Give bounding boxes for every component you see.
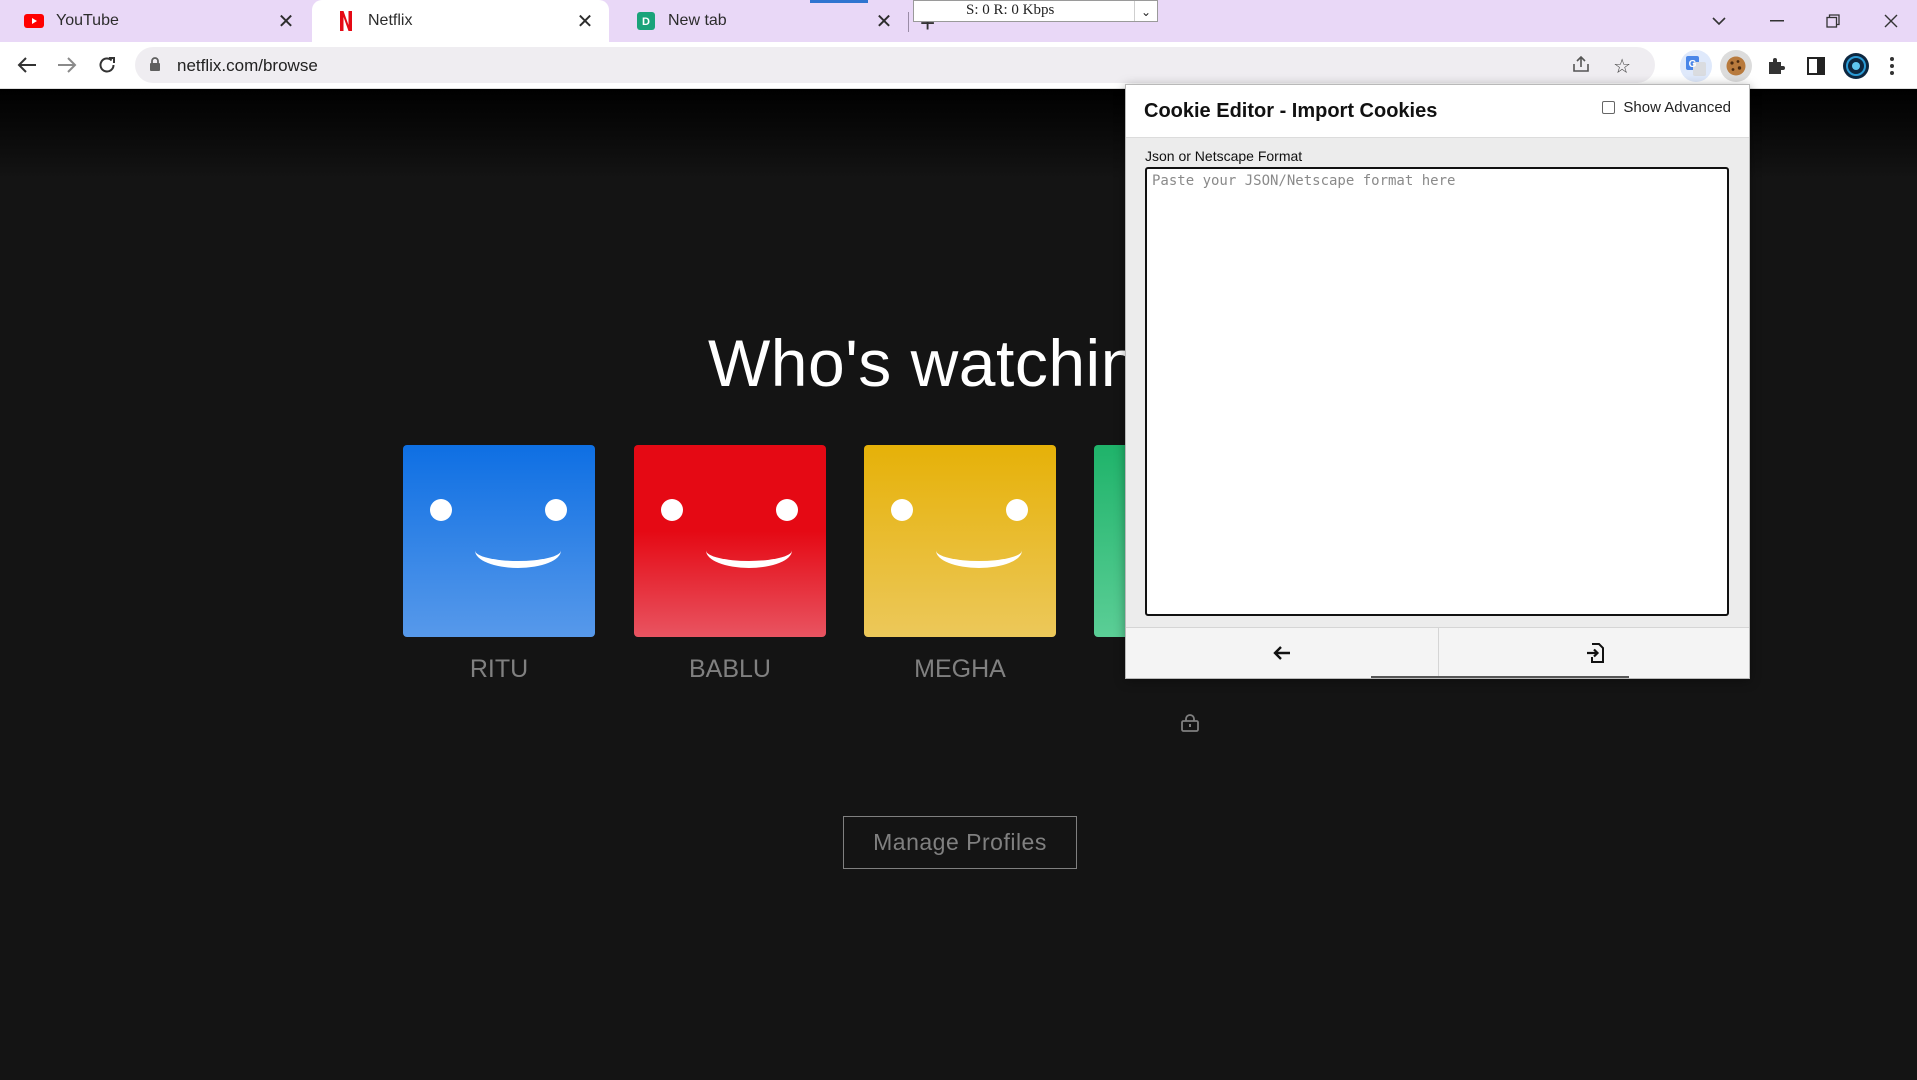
show-advanced-label[interactable]: Show Advanced	[1623, 99, 1731, 116]
profile-avatar-smile-icon[interactable]	[634, 445, 826, 637]
forward-button[interactable]	[52, 50, 82, 80]
profile-name: MEGHA	[914, 655, 1006, 683]
profile-bablu[interactable]: BABLU	[634, 445, 826, 684]
tab-strip: YouTube ✕ Netflix ✕ D New tab ✕ + S: 0 R…	[0, 0, 1917, 42]
popup-footer	[1126, 627, 1749, 678]
close-window-button[interactable]	[1868, 6, 1914, 36]
svg-text:D: D	[642, 16, 650, 28]
network-speed-widget[interactable]: S: 0 R: 0 Kbps ⌄	[913, 0, 1158, 22]
profile-avatar-smile-icon[interactable]	[403, 445, 595, 637]
chevron-down-icon[interactable]: ⌄	[1134, 1, 1157, 21]
profile-name: RITU	[469, 655, 529, 683]
google-translate-icon[interactable]: G	[1680, 50, 1712, 82]
import-format-label: Json or Netscape Format	[1145, 148, 1303, 164]
tab-netflix[interactable]: Netflix ✕	[312, 0, 609, 42]
back-button[interactable]	[12, 50, 42, 80]
close-tab-icon[interactable]: ✕	[874, 9, 894, 34]
profile-avatar[interactable]	[1840, 50, 1872, 82]
youtube-icon	[24, 11, 44, 31]
profile-megha[interactable]: MEGHA	[864, 445, 1056, 684]
profile-ritu[interactable]: RITU	[403, 445, 595, 684]
profile-name: BABLU	[689, 655, 771, 683]
share-icon[interactable]	[1571, 55, 1591, 78]
tab-new[interactable]: D New tab ✕	[612, 0, 908, 42]
url-text[interactable]: netflix.com/browse	[177, 56, 318, 76]
close-tab-icon[interactable]: ✕	[575, 9, 595, 34]
manage-profiles-button[interactable]: Manage Profiles	[843, 816, 1077, 869]
new-tab-favicon-icon: D	[636, 11, 656, 31]
page-title: Who's watchin	[708, 326, 1138, 400]
lock-icon[interactable]	[149, 57, 161, 77]
popup-title: Cookie Editor - Import Cookies	[1144, 100, 1438, 122]
netflix-icon	[336, 11, 356, 31]
popup-header: Cookie Editor - Import Cookies Show Adva…	[1126, 85, 1749, 138]
reload-button[interactable]	[92, 50, 122, 80]
tab-separator	[908, 12, 909, 32]
network-speed-text: S: 0 R: 0 Kbps	[966, 2, 1055, 18]
tab-title: YouTube	[56, 12, 119, 29]
back-button[interactable]	[1126, 628, 1438, 678]
extensions-puzzle-icon[interactable]	[1760, 50, 1792, 82]
side-panel-icon[interactable]	[1800, 50, 1832, 82]
footer-underline	[1371, 676, 1629, 678]
tab-indicator	[810, 0, 868, 3]
import-button[interactable]	[1438, 628, 1751, 678]
restore-button[interactable]	[1810, 6, 1856, 36]
tab-search-button[interactable]	[1696, 6, 1742, 36]
cookie-editor-popup: Cookie Editor - Import Cookies Show Adva…	[1125, 84, 1750, 679]
svg-text:G: G	[1689, 59, 1697, 70]
address-bar[interactable]: netflix.com/browse ☆	[135, 47, 1655, 83]
tab-title: New tab	[668, 12, 727, 29]
arrow-left-icon	[1273, 646, 1290, 660]
browser-toolbar: netflix.com/browse ☆ G	[0, 42, 1917, 89]
bookmark-star-icon[interactable]: ☆	[1613, 54, 1631, 79]
profile-lock-icon	[1180, 713, 1200, 738]
show-advanced-checkbox[interactable]	[1602, 101, 1616, 114]
cookie-import-textarea[interactable]	[1145, 167, 1729, 616]
show-advanced-toggle[interactable]: Show Advanced	[1602, 99, 1731, 116]
minimize-button[interactable]	[1754, 6, 1800, 36]
tab-youtube[interactable]: YouTube ✕	[0, 0, 310, 42]
profile-avatar-smile-icon[interactable]	[864, 445, 1056, 637]
close-tab-icon[interactable]: ✕	[276, 9, 296, 34]
tab-title: Netflix	[368, 12, 413, 29]
file-import-icon	[1587, 643, 1604, 663]
cookie-editor-icon[interactable]	[1720, 50, 1752, 82]
menu-kebab-icon[interactable]	[1876, 50, 1908, 82]
